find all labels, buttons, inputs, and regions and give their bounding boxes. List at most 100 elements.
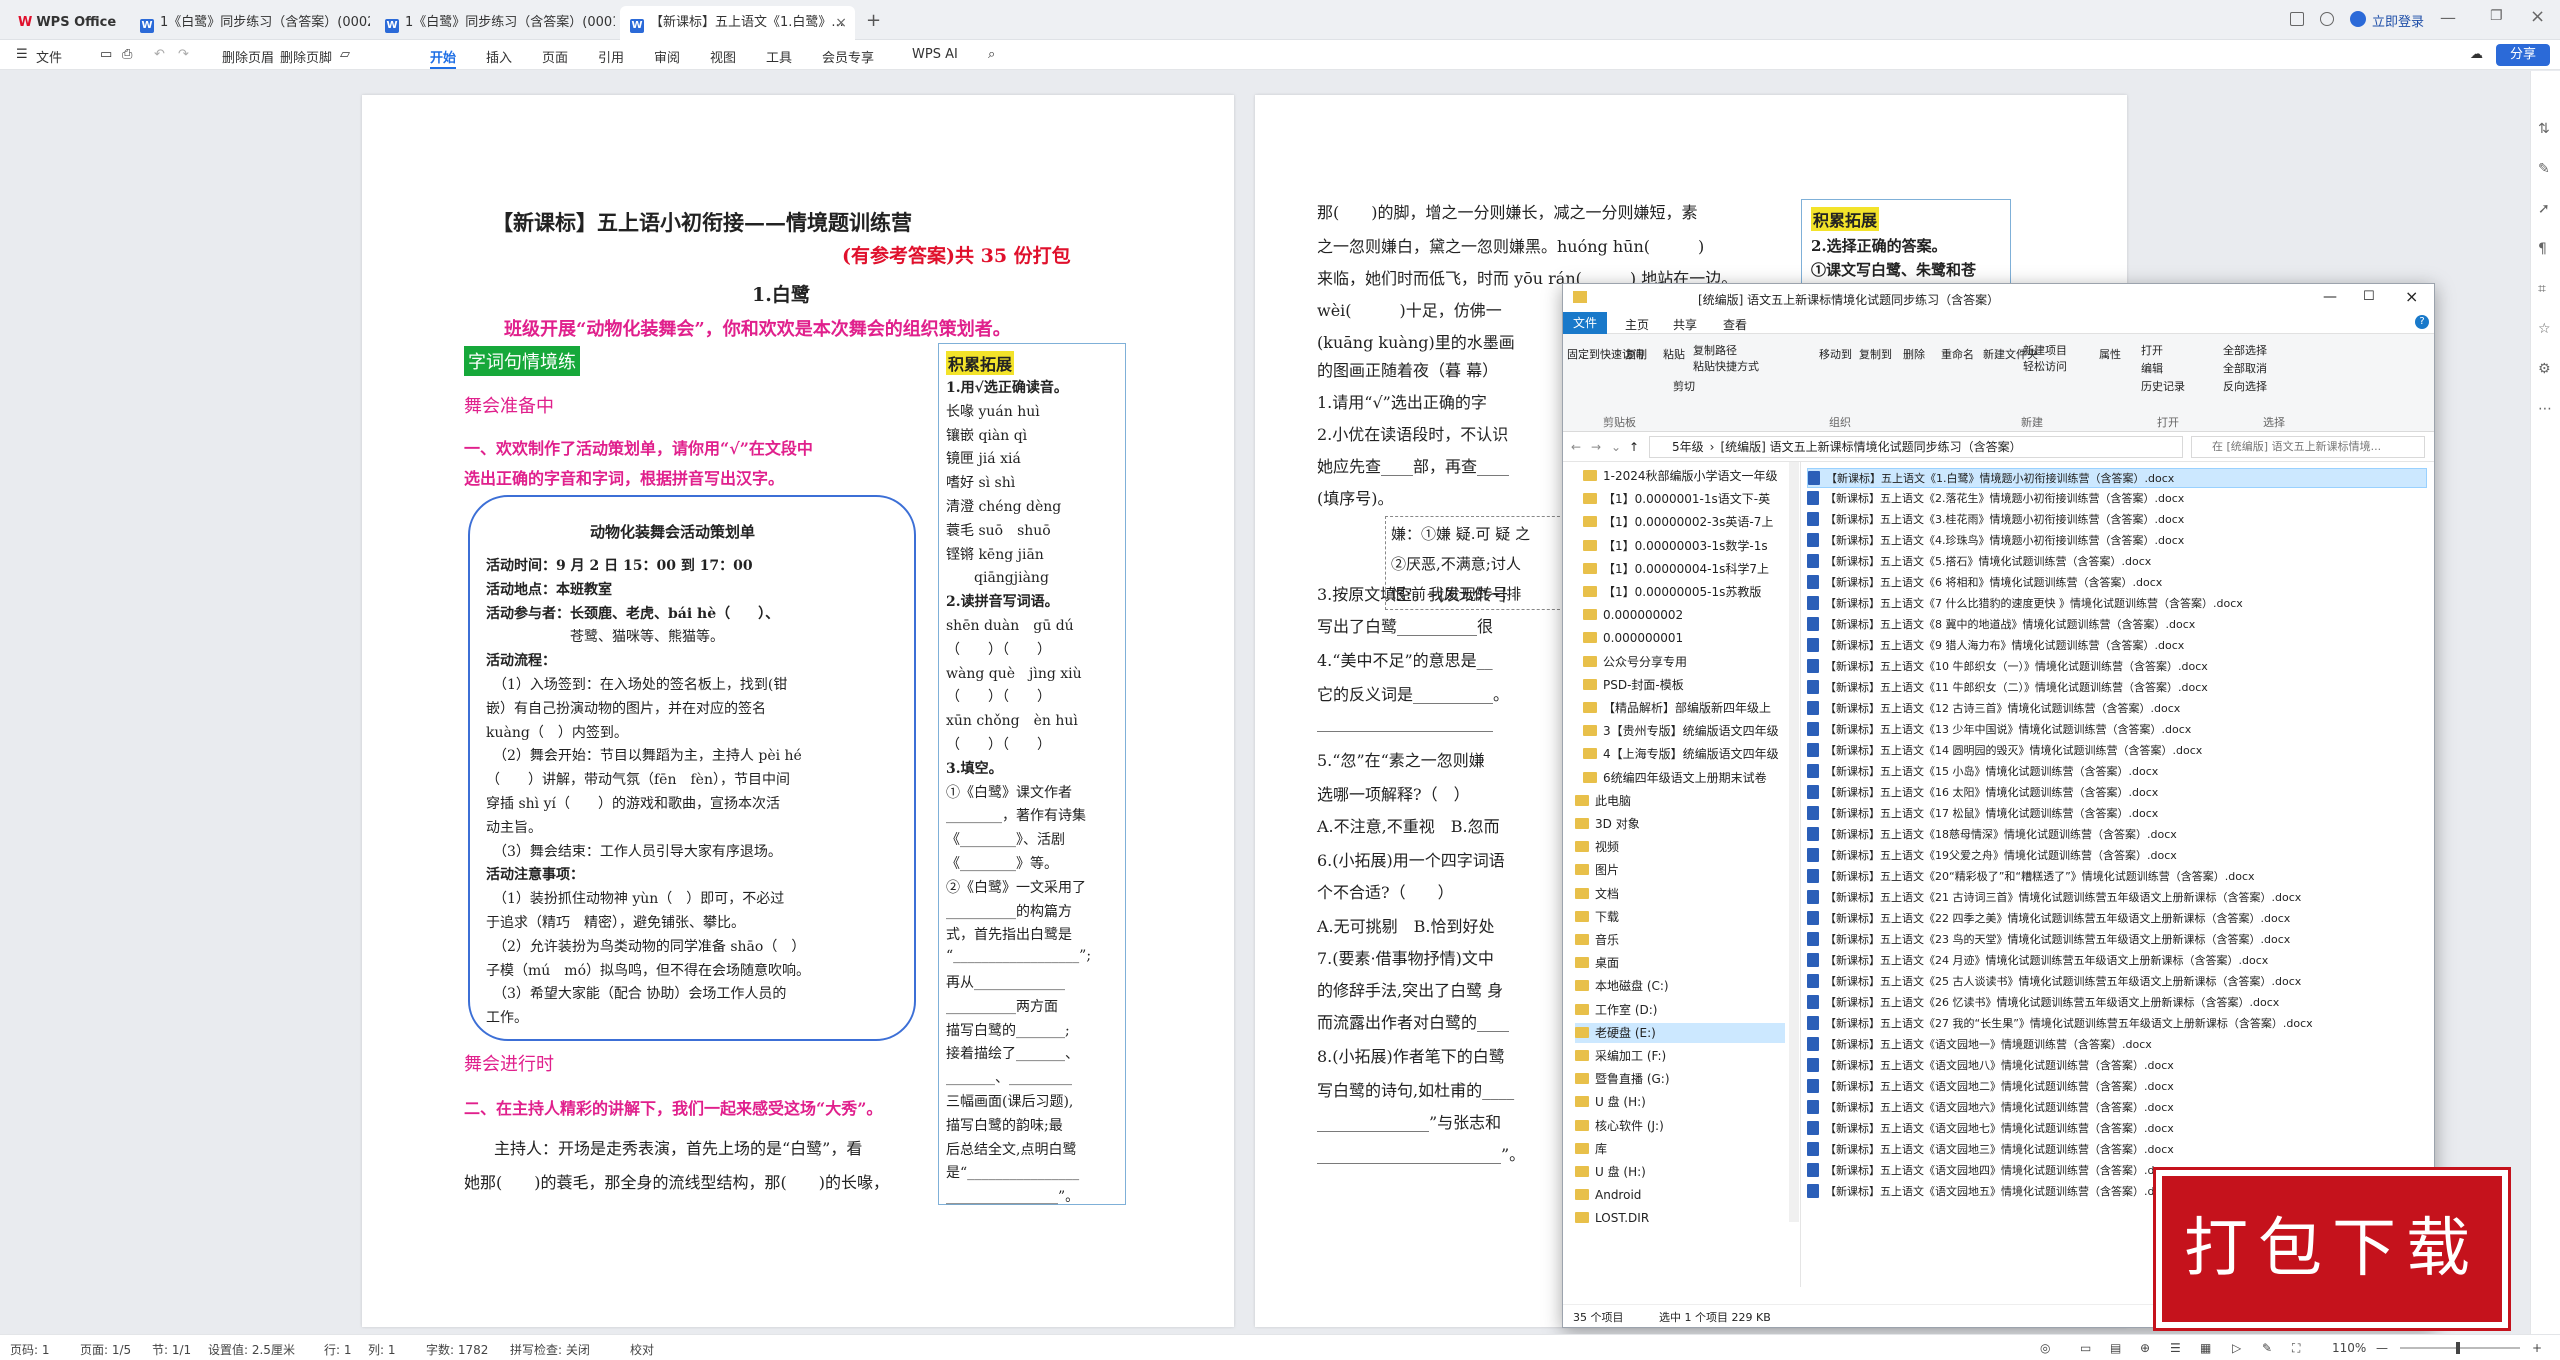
file-row[interactable]: 【新课标】五上语文《20“精彩极了”和“糟糕透了”》情境化试题训练营（含答案）.… bbox=[1807, 867, 2427, 887]
nav-item[interactable]: PSD-封面-模板 bbox=[1583, 675, 1793, 695]
word-count[interactable]: 字数: 1782 bbox=[426, 1341, 488, 1358]
nav-item[interactable]: 暨鲁直播 (G:) bbox=[1575, 1069, 1785, 1089]
ribbon-button[interactable]: 重命名 bbox=[1941, 346, 1974, 362]
back-icon[interactable]: ← bbox=[1571, 440, 1581, 454]
forward-icon[interactable]: → bbox=[1591, 440, 1601, 454]
nav-item[interactable]: U 盘 (H:) bbox=[1575, 1092, 1785, 1112]
search-box[interactable]: 在 [统编版] 语文五上新课标情境... bbox=[2191, 436, 2425, 458]
file-row[interactable]: 【新课标】五上语文《4.珍珠鸟》情境题小初衔接训练营（含答案）.docx bbox=[1807, 531, 2427, 551]
nav-item[interactable]: 3【贵州专版】统编版语文四年级 bbox=[1583, 721, 1793, 741]
nav-item[interactable]: 图片 bbox=[1575, 860, 1785, 880]
file-row[interactable]: 【新课标】五上语文《24 月迹》情境化试题训练营五年级语文上册新课标（含答案）.… bbox=[1807, 951, 2427, 971]
read-icon[interactable]: ▦ bbox=[2200, 1341, 2211, 1355]
redo-icon[interactable]: ↷ bbox=[178, 47, 189, 62]
nav-item[interactable]: 此电脑 bbox=[1575, 791, 1785, 811]
file-row[interactable]: 【新课标】五上语文《8 冀中的地道战》情境化试题训练营（含答案）.docx bbox=[1807, 615, 2427, 635]
ribbon-tab-home[interactable]: 主页 bbox=[1625, 316, 1649, 333]
tab-insert[interactable]: 插入 bbox=[486, 47, 512, 66]
file-row[interactable]: 【新课标】五上语文《语文园地七》情境化试题训练营（含答案）.docx bbox=[1807, 1119, 2427, 1139]
page-view-icon[interactable]: ▭ bbox=[2080, 1341, 2091, 1355]
zoom-in-icon[interactable]: + bbox=[2532, 1341, 2542, 1355]
cursor-icon[interactable]: ➚ bbox=[2538, 201, 2554, 217]
nav-item[interactable]: 工作室 (D:) bbox=[1575, 1000, 1785, 1020]
up-icon[interactable]: ↑ bbox=[1629, 440, 1639, 454]
address-bar[interactable]: 5年级 › [统编版] 语文五上新课标情境化试题同步练习（含答案） bbox=[1649, 436, 2183, 458]
file-row[interactable]: 【新课标】五上语文《3.桂花雨》情境题小初衔接训练营（含答案）.docx bbox=[1807, 510, 2427, 530]
layout-icon[interactable]: ▤ bbox=[2110, 1341, 2121, 1355]
more-icon[interactable]: ⋯ bbox=[2538, 401, 2554, 417]
ribbon-button[interactable]: 新建项目 bbox=[2023, 342, 2067, 358]
file-row[interactable]: 【新课标】五上语文《6 将相和》情境化试题训练营（含答案）.docx bbox=[1807, 573, 2427, 593]
add-tab-button[interactable]: + bbox=[866, 10, 881, 31]
tab-view[interactable]: 视图 bbox=[710, 47, 736, 66]
login-link[interactable]: 立即登录 bbox=[2372, 11, 2424, 30]
nav-item[interactable]: 老硬盘 (E:) bbox=[1575, 1022, 1785, 1043]
ribbon-button[interactable]: 复制到 bbox=[1859, 346, 1892, 362]
nav-item[interactable]: 1-2024秋部编版小学语文一年级 bbox=[1583, 466, 1793, 486]
tab-doc-2[interactable]: W 1《白鹭》同步练习（含答案）(0001... bbox=[375, 6, 615, 40]
page-1[interactable]: 【新课标】五上语小初衔接——情境题训练营 (有参考答案)共 35 份打包 1.白… bbox=[362, 95, 1234, 1327]
file-menu[interactable]: 文件 bbox=[36, 47, 62, 66]
zoom-slider[interactable] bbox=[2400, 1347, 2520, 1349]
zoom-level[interactable]: 110% bbox=[2332, 1341, 2366, 1355]
delete-header-button[interactable]: 删除页眉 bbox=[222, 47, 274, 66]
file-row[interactable]: 【新课标】五上语文《语文园地六》情境化试题训练营（含答案）.docx bbox=[1807, 1098, 2427, 1118]
web-icon[interactable]: ⊕ bbox=[2140, 1341, 2150, 1355]
edit-icon[interactable]: ✎ bbox=[2262, 1341, 2272, 1355]
fit-icon[interactable]: ⛶ bbox=[2292, 1341, 2300, 1356]
ribbon-button[interactable]: 复制 bbox=[1625, 346, 1647, 362]
nav-item[interactable]: 视频 bbox=[1575, 837, 1785, 857]
tab-page[interactable]: 页面 bbox=[542, 47, 568, 66]
ribbon-button[interactable]: 属性 bbox=[2099, 346, 2121, 362]
nav-item[interactable]: 桌面 bbox=[1575, 953, 1785, 973]
file-row[interactable]: 【新课标】五上语文《1.白鹭》情境题小初衔接训练营（含答案）.docx bbox=[1807, 468, 2427, 488]
wps-ai-button[interactable]: WPS AI bbox=[912, 47, 958, 62]
file-row[interactable]: 【新课标】五上语文《21 古诗词三首》情境化试题训练营五年级语文上册新课标（含答… bbox=[1807, 888, 2427, 908]
nav-item[interactable]: 0.000000002 bbox=[1583, 605, 1793, 625]
tab-member[interactable]: 会员专享 bbox=[822, 47, 874, 66]
tab-doc-1[interactable]: W 1《白鹭》同步练习（含答案）(0002... bbox=[130, 6, 370, 40]
play-icon[interactable]: ▷ bbox=[2232, 1341, 2241, 1355]
close-icon[interactable]: × bbox=[2405, 287, 2418, 306]
tab-home[interactable]: 开始 bbox=[430, 47, 456, 66]
ribbon-button[interactable]: 编辑 bbox=[2141, 360, 2163, 376]
file-row[interactable]: 【新课标】五上语文《10 牛郎织女（一）》情境化试题训练营（含答案）.docx bbox=[1807, 657, 2427, 677]
file-row[interactable]: 【新课标】五上语文《语文园地二》情境化试题训练营（含答案）.docx bbox=[1807, 1077, 2427, 1097]
ribbon-button[interactable]: 历史记录 bbox=[2141, 378, 2185, 394]
maximize-icon[interactable]: ☐ bbox=[2363, 289, 2375, 304]
eye-icon[interactable]: ◎ bbox=[2040, 1341, 2050, 1355]
adjust-icon[interactable]: ⇅ bbox=[2538, 121, 2554, 137]
file-row[interactable]: 【新课标】五上语文《17 松鼠》情境化试题训练营（含答案）.docx bbox=[1807, 804, 2427, 824]
nav-item[interactable]: U 盘 (H:) bbox=[1575, 1162, 1785, 1182]
close-window-icon[interactable]: × bbox=[2530, 6, 2545, 27]
nav-item[interactable]: 0.000000001 bbox=[1583, 628, 1793, 648]
spell-check[interactable]: 拼写检查: 关闭 bbox=[510, 1341, 590, 1358]
file-row[interactable]: 【新课标】五上语文《12 古诗三首》情境化试题训练营（含答案）.docx bbox=[1807, 699, 2427, 719]
page-count[interactable]: 页面: 1/5 bbox=[80, 1341, 131, 1358]
tab-review[interactable]: 审阅 bbox=[654, 47, 680, 66]
shape-icon[interactable]: ▱ bbox=[340, 47, 350, 62]
tab-tools[interactable]: 工具 bbox=[766, 47, 792, 66]
ribbon-button[interactable]: 全部取消 bbox=[2223, 360, 2267, 376]
close-tab-icon[interactable]: × bbox=[835, 6, 847, 40]
zoom-slider-handle[interactable] bbox=[2456, 1342, 2460, 1354]
file-row[interactable]: 【新课标】五上语文《语文园地三》情境化试题训练营（含答案）.docx bbox=[1807, 1140, 2427, 1160]
file-row[interactable]: 【新课标】五上语文《14 圆明园的毁灭》情境化试题训练营（含答案）.docx bbox=[1807, 741, 2427, 761]
nav-item[interactable]: 公众号分享专用 bbox=[1583, 652, 1793, 672]
nav-item[interactable]: 文档 bbox=[1575, 884, 1785, 904]
file-row[interactable]: 【新课标】五上语文《2.落花生》情境题小初衔接训练营（含答案）.docx bbox=[1807, 489, 2427, 509]
file-row[interactable]: 【新课标】五上语文《16 太阳》情境化试题训练营（含答案）.docx bbox=[1807, 783, 2427, 803]
nav-item[interactable]: 3D 对象 bbox=[1575, 814, 1785, 834]
ribbon-button[interactable]: 打开 bbox=[2141, 342, 2163, 358]
nav-item[interactable]: 【1】0.00000004-1s科学7上 bbox=[1583, 559, 1793, 579]
nav-item[interactable]: 【1】0.00000005-1s苏教版 bbox=[1583, 582, 1793, 602]
undo-icon[interactable]: ↶ bbox=[154, 47, 165, 62]
format-icon[interactable]: ¶ bbox=[2538, 241, 2554, 257]
file-row[interactable]: 【新课标】五上语文《11 牛郎织女（二）》情境化试题训练营（含答案）.docx bbox=[1807, 678, 2427, 698]
file-row[interactable]: 【新课标】五上语文《27 我的“长生果”》情境化试题训练营五年级语文上册新课标（… bbox=[1807, 1014, 2427, 1034]
cloud-icon[interactable]: ☁ bbox=[2470, 47, 2483, 62]
crop-icon[interactable]: ⌗ bbox=[2538, 281, 2554, 297]
ribbon-button[interactable]: 剪切 bbox=[1673, 378, 1695, 394]
outline-icon[interactable]: ☰ bbox=[2170, 1341, 2181, 1355]
ribbon-button[interactable]: 反向选择 bbox=[2223, 378, 2267, 394]
